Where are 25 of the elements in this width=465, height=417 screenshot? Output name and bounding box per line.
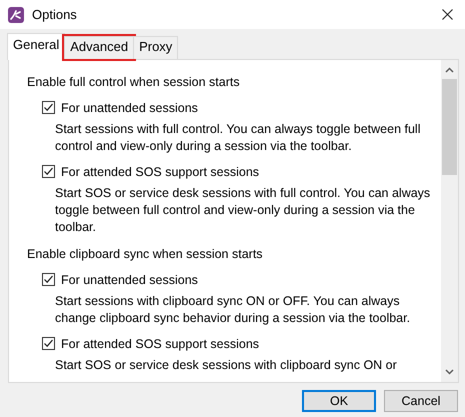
- app-logo-icon: [8, 6, 24, 22]
- section-heading: Enable full control when session starts: [27, 74, 241, 91]
- tab[interactable]: General: [7, 33, 66, 60]
- option-description: Start SOS or service desk sessions with full control. You can always toggle between full control and view-only during a session via the toolbar.: [55, 185, 431, 236]
- scroll-thumb[interactable]: [442, 79, 457, 175]
- option-description: Start SOS or service desk sessions with clipboard sync ON or: [55, 357, 398, 374]
- scroll-down-icon[interactable]: [445, 369, 454, 375]
- dialog-button[interactable]: Cancel: [384, 390, 458, 412]
- dialog-button[interactable]: OK: [302, 390, 376, 412]
- window-title: Options: [32, 7, 78, 22]
- option-description: Start sessions with clipboard sync ON or OFF. You can always change clipboard sync behavior during a session via the toolbar.: [55, 293, 412, 327]
- checkbox[interactable]: [42, 273, 55, 286]
- section-heading: Enable clipboard sync when session starts: [27, 246, 264, 263]
- checkbox[interactable]: [42, 101, 55, 114]
- close-icon[interactable]: [442, 9, 453, 20]
- scrollbar[interactable]: [441, 60, 458, 382]
- scroll-up-icon[interactable]: [445, 67, 454, 73]
- tab[interactable]: Proxy: [133, 36, 178, 59]
- checkbox-label[interactable]: For attended SOS support sessions: [61, 164, 260, 178]
- checkbox-label[interactable]: For unattended sessions: [61, 272, 198, 286]
- checkbox[interactable]: [42, 165, 55, 178]
- checkbox-label[interactable]: For unattended sessions: [61, 100, 198, 114]
- checkbox[interactable]: [42, 337, 55, 350]
- option-description: Start sessions with full control. You can always toggle between full control and view-only during a session via the toolbar.: [55, 121, 422, 155]
- checkbox-label[interactable]: For attended SOS support sessions: [61, 336, 260, 350]
